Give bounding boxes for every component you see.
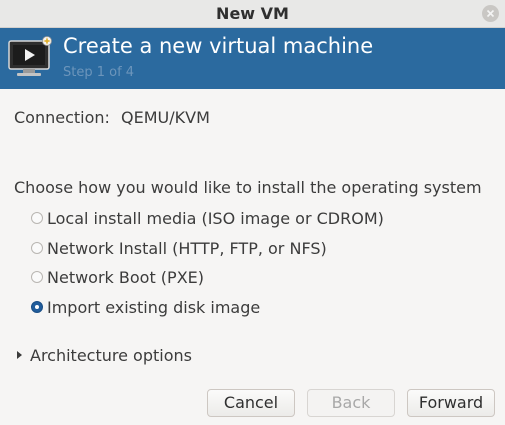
new-vm-window: New VM Create a new virtual machine Step… — [0, 0, 505, 425]
radio-button-selected[interactable] — [31, 301, 43, 313]
radio-network-install[interactable]: Network Install (HTTP, FTP, or NFS) — [31, 237, 327, 259]
expander-arrow-icon — [17, 351, 22, 359]
radio-button[interactable] — [31, 271, 43, 283]
radio-label: Local install media (ISO image or CDROM) — [47, 208, 384, 228]
connection-row: Connection: QEMU/KVM — [14, 108, 210, 127]
radio-label: Network Install (HTTP, FTP, or NFS) — [47, 238, 327, 258]
title-bar: New VM — [0, 0, 505, 28]
connection-label: Connection: — [14, 108, 110, 127]
vm-monitor-icon — [8, 36, 52, 76]
install-method-question: Choose how you would like to install the… — [14, 178, 482, 197]
close-icon — [486, 9, 495, 18]
radio-import-disk-image[interactable]: Import existing disk image — [31, 296, 260, 318]
wizard-title: Create a new virtual machine — [63, 34, 374, 58]
radio-button[interactable] — [31, 212, 43, 224]
radio-label: Import existing disk image — [47, 297, 261, 317]
radio-local-install-media[interactable]: Local install media (ISO image or CDROM) — [31, 207, 384, 229]
radio-button[interactable] — [31, 242, 43, 254]
close-window-button[interactable] — [482, 5, 499, 22]
wizard-header: Create a new virtual machine Step 1 of 4 — [0, 28, 505, 89]
forward-button[interactable]: Forward — [407, 389, 495, 417]
window-title: New VM — [216, 4, 289, 23]
wizard-step-indicator: Step 1 of 4 — [63, 65, 135, 80]
radio-label: Network Boot (PXE) — [47, 267, 205, 287]
radio-network-boot[interactable]: Network Boot (PXE) — [31, 266, 204, 288]
expander-label: Architecture options — [30, 345, 192, 365]
architecture-options-expander[interactable]: Architecture options — [17, 344, 192, 366]
back-button[interactable]: Back — [307, 389, 395, 417]
connection-value: QEMU/KVM — [121, 108, 210, 127]
cancel-button[interactable]: Cancel — [207, 389, 295, 417]
